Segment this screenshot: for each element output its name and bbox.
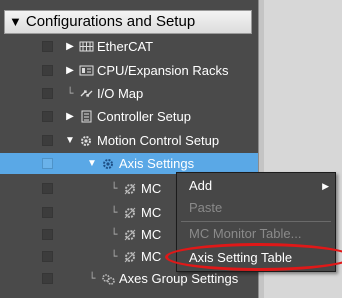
menu-item-mc-monitor-table: MC Monitor Table... [177,223,335,245]
collapsed-arrow-icon[interactable]: ▶ [64,65,76,76]
tree-checkbox[interactable] [42,229,53,240]
menu-item-paste: Paste [177,197,335,219]
menu-item-label: Paste [189,200,223,215]
tree-connector: └ [110,182,118,195]
tree-item-ethercat[interactable]: ▶ EtherCAT [0,36,258,57]
gear-icon [100,157,116,171]
expanded-arrow-icon[interactable]: ▼ [86,158,98,169]
axis-gear-icon [122,228,138,242]
tree-connector: └ [110,250,118,263]
menu-item-label: MC Monitor Table... [189,226,302,241]
tree-item-label: Motion Control Setup [97,133,220,148]
menu-item-add[interactable]: Add ▶ [177,175,335,197]
tree-item-label: MC [141,227,162,242]
tree-item-controller-setup[interactable]: ▶ Controller Setup [0,106,258,127]
axis-gear-icon [122,182,138,196]
tree-checkbox[interactable] [42,183,53,194]
tree-item-label: MC [141,205,162,220]
axis-gear-icon [122,250,138,264]
tree-checkbox[interactable] [42,207,53,218]
tree-item-label: Controller Setup [97,109,191,124]
axis-gear-icon [122,206,138,220]
tree-item-label: Axis Settings [119,156,195,171]
menu-separator [181,221,331,222]
menu-item-label: Add [189,178,213,193]
section-header[interactable]: ▼ Configurations and Setup [4,10,252,34]
tree-item-label: EtherCAT [97,39,154,54]
tree-item-label: MC [141,249,162,264]
tree-checkbox[interactable] [42,158,53,169]
axes-group-icon [100,272,116,286]
tree-connector: └ [66,87,74,100]
tree-checkbox[interactable] [42,273,53,284]
tree-item-label: Axes Group Settings [119,271,239,286]
page: ▼ Configurations and Setup ▶ EtherCAT ▶ C… [0,0,342,298]
tree-item-label: MC [141,181,162,196]
expanded-arrow-icon[interactable]: ▼ [64,135,76,146]
submenu-arrow-icon: ▶ [322,181,329,191]
tree-connector: └ [110,228,118,241]
expand-triangle-icon[interactable]: ▼ [9,11,22,33]
controller-icon [78,110,94,124]
menu-item-axis-setting-table[interactable]: Axis Setting Table [165,243,342,271]
context-menu: Add ▶ Paste MC Monitor Table... Axis Set… [165,172,342,272]
tree-connector: └ [88,272,96,285]
tree-checkbox[interactable] [42,65,53,76]
tree-item-axis-settings[interactable]: ▼ Axis Settings [0,153,258,174]
tree-checkbox[interactable] [42,88,53,99]
tree-item-motion-control-setup[interactable]: ▼ Motion Control Setup [0,130,258,151]
menu-item-label: Axis Setting Table [189,250,293,265]
tree-checkbox[interactable] [42,135,53,146]
tree-connector: └ [110,206,118,219]
gear-icon [78,134,94,148]
collapsed-arrow-icon[interactable]: ▶ [64,111,76,122]
io-map-icon [78,87,94,101]
tree-checkbox[interactable] [42,111,53,122]
tree-item-label: CPU/Expansion Racks [97,63,229,78]
tree-item-cpu-expansion-racks[interactable]: ▶ CPU/Expansion Racks [0,60,258,81]
tree-checkbox[interactable] [42,41,53,52]
tree-item-io-map[interactable]: └ I/O Map [0,83,258,104]
rack-icon [78,64,94,78]
tree-item-label: I/O Map [97,86,144,101]
section-title: Configurations and Setup [25,13,196,30]
ethercat-icon [78,40,94,54]
collapsed-arrow-icon[interactable]: ▶ [64,41,76,52]
tree-checkbox[interactable] [42,251,53,262]
